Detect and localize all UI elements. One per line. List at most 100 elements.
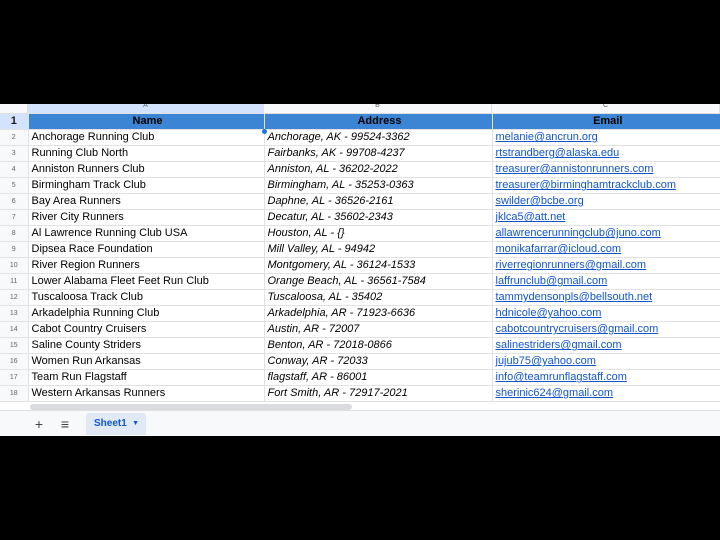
row-number[interactable]: 1 bbox=[0, 114, 29, 131]
name-cell[interactable]: Bay Area Runners bbox=[28, 193, 265, 211]
caret-down-icon[interactable]: ▼ bbox=[132, 413, 139, 435]
name-cell[interactable]: Lower Alabama Fleet Feet Run Club bbox=[28, 273, 265, 291]
email-cell[interactable]: treasurer@birminghamtrackclub.com bbox=[492, 177, 720, 195]
address-cell[interactable]: Houston, AL - {} bbox=[264, 225, 493, 243]
row-number[interactable]: 4 bbox=[0, 161, 29, 179]
table-row: 7 River City Runners Decatur, AL - 35602-2… bbox=[0, 209, 720, 227]
name-cell[interactable]: Running Club North bbox=[28, 145, 265, 163]
row-number[interactable]: 14 bbox=[0, 321, 29, 339]
spreadsheet-app: A B C 1 Name Address Email 2 Anchorage Ru… bbox=[0, 104, 720, 436]
row-number[interactable]: 5 bbox=[0, 177, 29, 195]
address-cell[interactable]: Benton, AR - 72018-0866 bbox=[264, 337, 493, 355]
table-row: 10 River Region Runners Montgomery, AL - 3… bbox=[0, 257, 720, 275]
table-row: 12 Tuscaloosa Track Club Tuscaloosa, AL - … bbox=[0, 289, 720, 307]
email-cell[interactable]: rtstrandberg@alaska.edu bbox=[492, 145, 720, 163]
email-cell[interactable]: cabotcountrycruisers@gmail.com bbox=[492, 321, 720, 339]
row-number[interactable]: 6 bbox=[0, 193, 29, 211]
email-cell[interactable]: tammydensonpls@bellsouth.net bbox=[492, 289, 720, 307]
email-cell[interactable]: info@teamrunflagstaff.com bbox=[492, 369, 720, 387]
name-cell[interactable]: River Region Runners bbox=[28, 257, 265, 275]
name-cell[interactable]: Tuscaloosa Track Club bbox=[28, 289, 265, 307]
address-cell[interactable]: Montgomery, AL - 36124-1533 bbox=[264, 257, 493, 275]
table-row: 6 Bay Area Runners Daphne, AL - 36526-2161… bbox=[0, 193, 720, 211]
address-cell[interactable]: Birmingham, AL - 35253-0363 bbox=[264, 177, 493, 195]
address-cell[interactable]: Arkadelphia, AR - 71923-6636 bbox=[264, 305, 493, 323]
name-cell[interactable]: Anniston Runners Club bbox=[28, 161, 265, 179]
header-cell-address[interactable]: Address bbox=[264, 114, 493, 131]
sheet-tab-label: Sheet1 bbox=[94, 418, 127, 429]
email-cell[interactable]: monikafarrar@icloud.com bbox=[492, 241, 720, 259]
address-cell[interactable]: Mill Valley, AL - 94942 bbox=[264, 241, 493, 259]
table-row: 18 Western Arkansas Runners Fort Smith, AR… bbox=[0, 385, 720, 403]
row-number[interactable]: 7 bbox=[0, 209, 29, 227]
row-number[interactable]: 11 bbox=[0, 273, 29, 291]
address-cell[interactable]: Daphne, AL - 36526-2161 bbox=[264, 193, 493, 211]
address-cell[interactable]: Anniston, AL - 36202-2022 bbox=[264, 161, 493, 179]
address-cell[interactable]: Austin, AR - 72007 bbox=[264, 321, 493, 339]
email-cell[interactable]: riverregionrunners@gmail.com bbox=[492, 257, 720, 275]
email-cell[interactable]: hdnicole@yahoo.com bbox=[492, 305, 720, 323]
plus-icon[interactable]: + bbox=[30, 416, 48, 432]
name-cell[interactable]: Dipsea Race Foundation bbox=[28, 241, 265, 259]
column-header-b[interactable]: B bbox=[264, 104, 492, 113]
column-letter: A bbox=[143, 104, 148, 109]
table-row: 16 Women Run Arkansas Conway, AR - 72033 ju… bbox=[0, 353, 720, 371]
row-number[interactable]: 13 bbox=[0, 305, 29, 323]
table-row: 2 Anchorage Running Club Anchorage, AK - 9… bbox=[0, 129, 720, 147]
table-row: 8 Al Lawrence Running Club USA Houston, AL… bbox=[0, 225, 720, 243]
email-cell[interactable]: melanie@ancrun.org bbox=[492, 129, 720, 147]
row-number[interactable]: 12 bbox=[0, 289, 29, 307]
email-cell[interactable]: jklca5@att.net bbox=[492, 209, 720, 227]
menu-icon[interactable]: ≡ bbox=[56, 416, 74, 432]
row-number[interactable]: 2 bbox=[0, 129, 29, 147]
select-all-corner[interactable] bbox=[0, 104, 28, 113]
header-row: 1 Name Address Email bbox=[0, 114, 720, 131]
address-cell[interactable]: flagstaff, AR - 86001 bbox=[264, 369, 493, 387]
column-header-a[interactable]: A bbox=[28, 104, 264, 113]
name-cell[interactable]: Al Lawrence Running Club USA bbox=[28, 225, 265, 243]
address-cell[interactable]: Conway, AR - 72033 bbox=[264, 353, 493, 371]
name-cell[interactable]: Anchorage Running Club bbox=[28, 129, 265, 147]
table-row: 13 Arkadelphia Running Club Arkadelphia, A… bbox=[0, 305, 720, 323]
row-number[interactable]: 17 bbox=[0, 369, 29, 387]
address-cell[interactable]: Tuscaloosa, AL - 35402 bbox=[264, 289, 493, 307]
column-header-bar: A B C bbox=[0, 104, 720, 114]
row-number[interactable]: 3 bbox=[0, 145, 29, 163]
email-cell[interactable]: treasurer@annistonrunners.com bbox=[492, 161, 720, 179]
address-cell[interactable]: Orange Beach, AL - 36561-7584 bbox=[264, 273, 493, 291]
name-cell[interactable]: Arkadelphia Running Club bbox=[28, 305, 265, 323]
row-number[interactable]: 8 bbox=[0, 225, 29, 243]
header-cell-name[interactable]: Name bbox=[28, 114, 265, 131]
selection-handle[interactable] bbox=[262, 129, 267, 134]
name-cell[interactable]: River City Runners bbox=[28, 209, 265, 227]
address-cell[interactable]: Anchorage, AK - 99524-3362 bbox=[264, 129, 493, 147]
column-letter: C bbox=[602, 104, 609, 109]
address-cell[interactable]: Decatur, AL - 35602-2343 bbox=[264, 209, 493, 227]
email-cell[interactable]: salinestriders@gmail.com bbox=[492, 337, 720, 355]
email-cell[interactable]: allawrencerunningclub@juno.com bbox=[492, 225, 720, 243]
email-cell[interactable]: swilder@bcbe.org bbox=[492, 193, 720, 211]
row-number[interactable]: 18 bbox=[0, 385, 29, 403]
column-header-c[interactable]: C bbox=[492, 104, 720, 113]
table-row: 9 Dipsea Race Foundation Mill Valley, AL -… bbox=[0, 241, 720, 259]
address-cell[interactable]: Fort Smith, AR - 72917-2021 bbox=[264, 385, 493, 403]
name-cell[interactable]: Team Run Flagstaff bbox=[28, 369, 265, 387]
sheet-tab[interactable]: Sheet1 ▼ bbox=[86, 413, 146, 435]
name-cell[interactable]: Birmingham Track Club bbox=[28, 177, 265, 195]
address-cell[interactable]: Fairbanks, AK - 99708-4237 bbox=[264, 145, 493, 163]
header-cell-email[interactable]: Email bbox=[492, 114, 720, 131]
name-cell[interactable]: Western Arkansas Runners bbox=[28, 385, 265, 403]
email-cell[interactable]: sherinic624@gmail.com bbox=[492, 385, 720, 403]
row-number[interactable]: 9 bbox=[0, 241, 29, 259]
table-row: 14 Cabot Country Cruisers Austin, AR - 720… bbox=[0, 321, 720, 339]
email-cell[interactable]: laffrunclub@gmail.com bbox=[492, 273, 720, 291]
name-cell[interactable]: Cabot Country Cruisers bbox=[28, 321, 265, 339]
row-number[interactable]: 16 bbox=[0, 353, 29, 371]
table-row: 11 Lower Alabama Fleet Feet Run Club Orang… bbox=[0, 273, 720, 291]
table-row: 3 Running Club North Fairbanks, AK - 99708… bbox=[0, 145, 720, 163]
name-cell[interactable]: Saline County Striders bbox=[28, 337, 265, 355]
row-number[interactable]: 10 bbox=[0, 257, 29, 275]
name-cell[interactable]: Women Run Arkansas bbox=[28, 353, 265, 371]
row-number[interactable]: 15 bbox=[0, 337, 29, 355]
email-cell[interactable]: jujub75@yahoo.com bbox=[492, 353, 720, 371]
